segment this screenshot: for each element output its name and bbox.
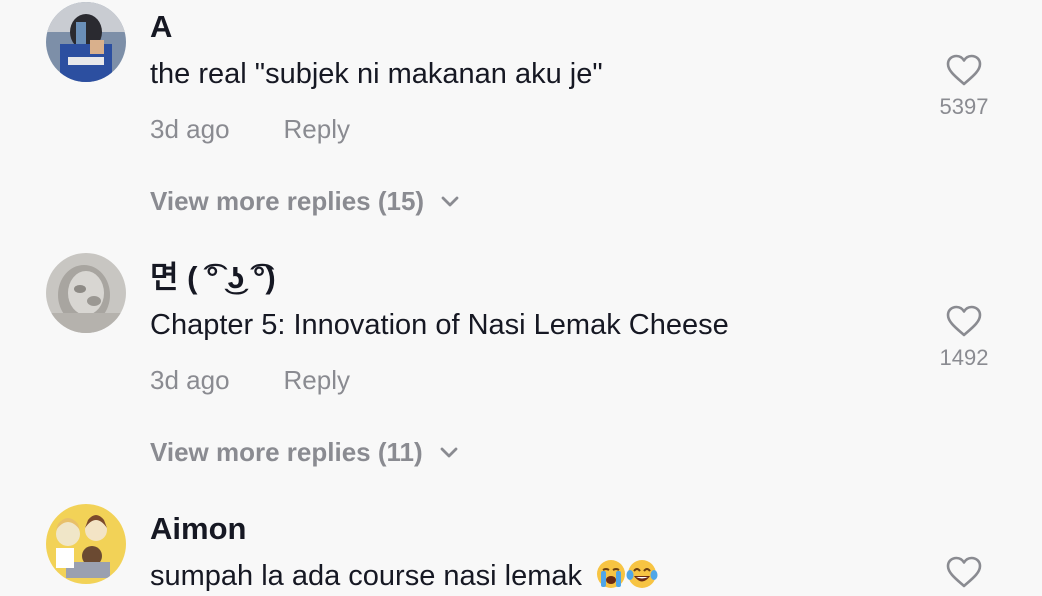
heart-outline-icon bbox=[946, 305, 982, 337]
comment-item: A the real "subjek ni makanan aku je" 3d… bbox=[0, 0, 1042, 240]
comment-username[interactable]: 면 ( ͡° ͜ʖ ͡°) bbox=[150, 262, 276, 293]
comment-time: 3d ago bbox=[150, 114, 230, 144]
view-more-replies-label: View more replies (15) bbox=[150, 186, 425, 216]
comment-text: Chapter 5: Innovation of Nasi Lemak Chee… bbox=[150, 309, 729, 341]
comment-item: Aimon sumpah la ada course nasi lemak bbox=[0, 502, 1042, 596]
comment-text: sumpah la ada course nasi lemak bbox=[150, 560, 658, 592]
avatar[interactable] bbox=[46, 253, 126, 333]
comment-text: the real "subjek ni makanan aku je" bbox=[150, 58, 603, 90]
reply-button[interactable]: Reply bbox=[284, 365, 350, 395]
chevron-down-icon bbox=[440, 447, 458, 458]
comment-text-body: sumpah la ada course nasi lemak bbox=[150, 560, 583, 592]
avatar[interactable] bbox=[46, 2, 126, 82]
face-with-tears-of-joy-icon bbox=[626, 560, 658, 589]
reply-button[interactable]: Reply bbox=[284, 114, 350, 144]
like-count: 1492 bbox=[939, 345, 989, 370]
comment-item: 면 ( ͡° ͜ʖ ͡°) Chapter 5: Innovation of N… bbox=[0, 251, 1042, 491]
view-more-replies-button[interactable]: View more replies (11) bbox=[150, 439, 458, 465]
comment-list: A the real "subjek ni makanan aku je" 3d… bbox=[0, 0, 1042, 596]
like-button[interactable]: 1492 bbox=[924, 305, 1004, 369]
view-more-replies-label: View more replies (11) bbox=[150, 437, 423, 467]
like-button[interactable]: 5397 bbox=[924, 54, 1004, 118]
comment-username[interactable]: Aimon bbox=[150, 513, 246, 544]
comment-meta: 3d ago Reply bbox=[150, 116, 350, 142]
heart-outline-icon bbox=[946, 556, 982, 588]
like-count: 5397 bbox=[939, 94, 989, 119]
comment-username[interactable]: A bbox=[150, 11, 172, 42]
avatar[interactable] bbox=[46, 504, 126, 584]
loudly-crying-face-icon bbox=[597, 560, 626, 589]
view-more-replies-button[interactable]: View more replies (15) bbox=[150, 188, 459, 214]
heart-outline-icon bbox=[946, 54, 982, 86]
like-button[interactable] bbox=[924, 556, 1004, 588]
comment-time: 3d ago bbox=[150, 365, 230, 395]
comment-meta: 3d ago Reply bbox=[150, 367, 350, 393]
chevron-down-icon bbox=[441, 196, 459, 207]
